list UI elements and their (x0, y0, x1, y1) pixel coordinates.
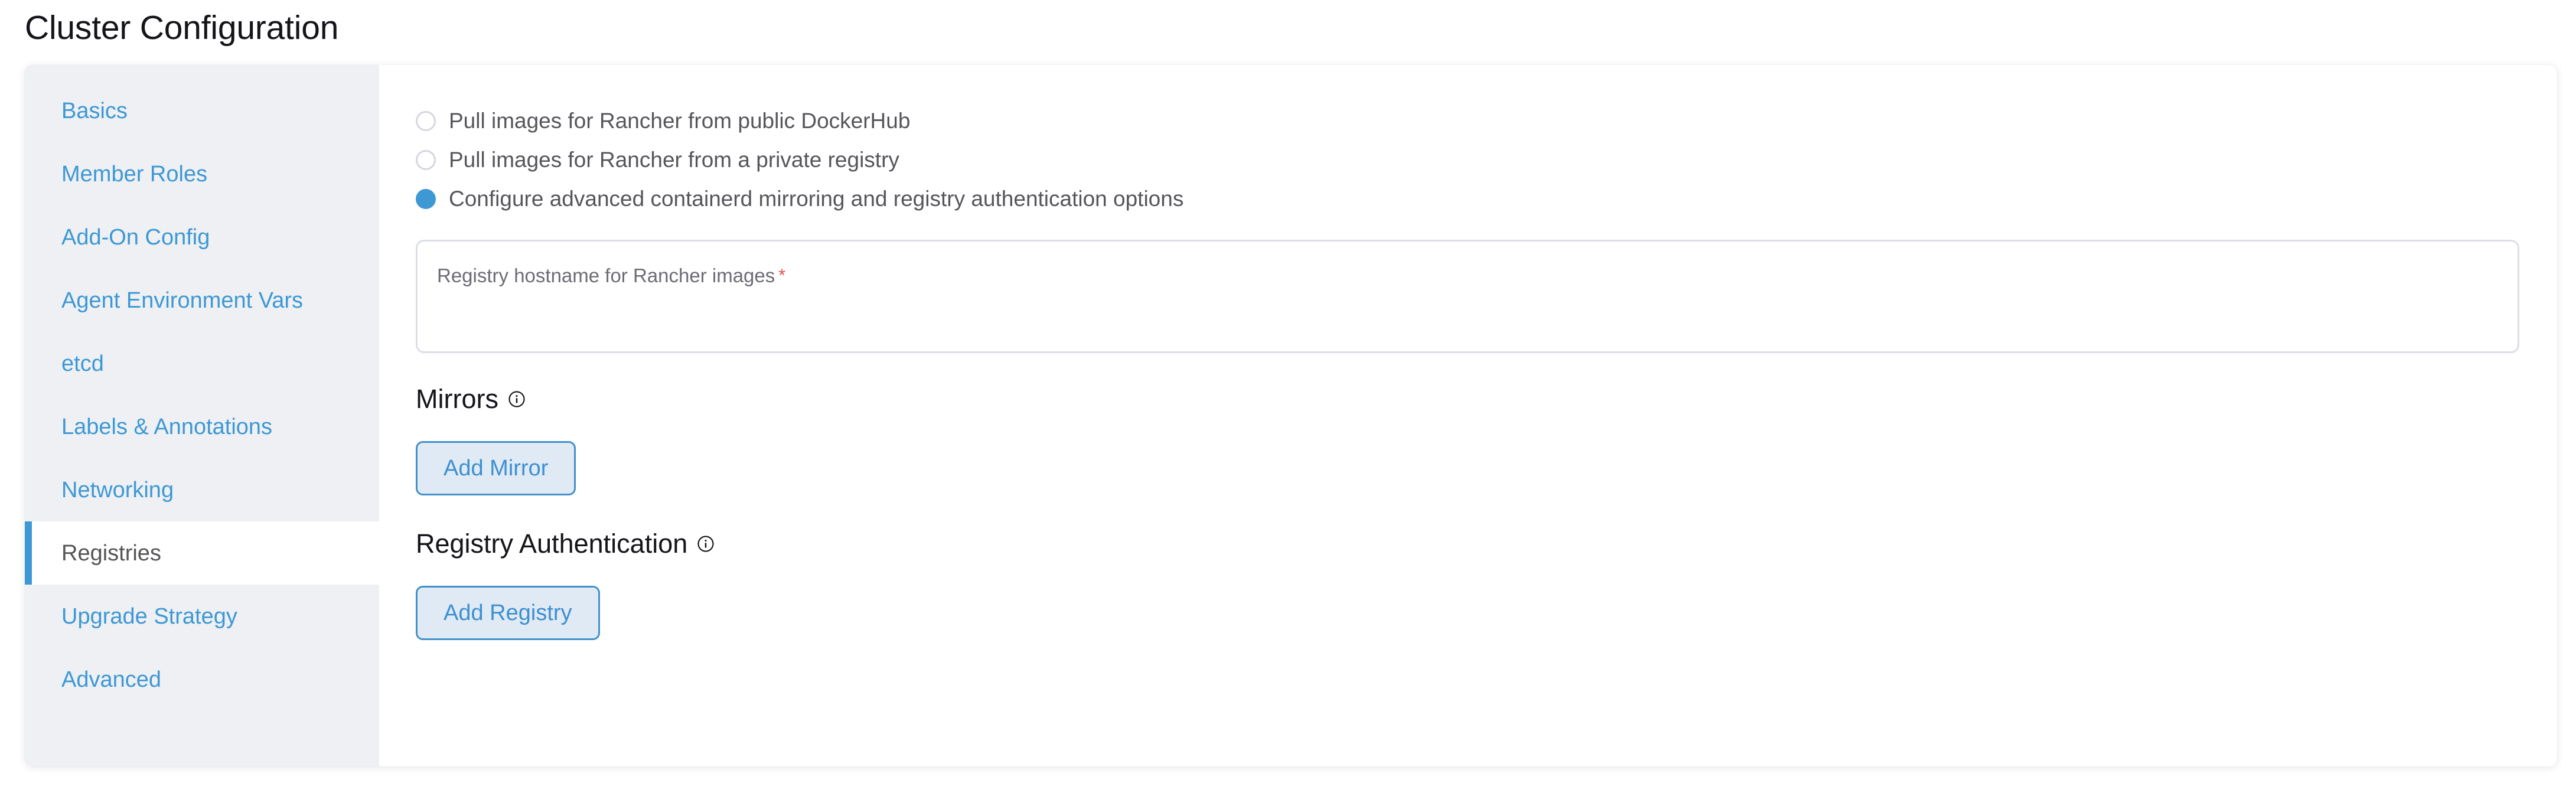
registries-panel: Pull images for Rancher from public Dock… (379, 65, 2557, 766)
cluster-configuration-page: Cluster Configuration Basics Member Role… (0, 0, 2576, 796)
radio-option-private-registry[interactable]: Pull images for Rancher from a private r… (416, 141, 2519, 180)
mirrors-heading-text: Mirrors (416, 384, 498, 414)
config-sidebar: Basics Member Roles Add-On Config Agent … (25, 65, 379, 766)
sidebar-item-networking[interactable]: Networking (25, 458, 379, 521)
radio-unselected-icon[interactable] (416, 150, 436, 170)
sidebar-item-label: Upgrade Strategy (61, 603, 237, 629)
sidebar-item-add-on-config[interactable]: Add-On Config (25, 205, 379, 269)
sidebar-item-member-roles[interactable]: Member Roles (25, 142, 379, 205)
registry-hostname-label: Registry hostname for Rancher images * (437, 264, 785, 288)
sidebar-item-etcd[interactable]: etcd (25, 332, 379, 395)
radio-option-label: Pull images for Rancher from a private r… (449, 148, 899, 172)
sidebar-item-upgrade-strategy[interactable]: Upgrade Strategy (25, 585, 379, 648)
sidebar-item-label: Member Roles (61, 161, 208, 187)
registry-authentication-heading: Registry Authentication (416, 529, 2519, 559)
sidebar-item-label: Basics (61, 98, 128, 123)
radio-option-advanced-containerd[interactable]: Configure advanced containerd mirroring … (416, 180, 2519, 218)
registry-hostname-label-text: Registry hostname for Rancher images (437, 265, 775, 286)
page-title: Cluster Configuration (25, 9, 339, 47)
add-mirror-button[interactable]: Add Mirror (416, 441, 576, 495)
sidebar-item-registries[interactable]: Registries (25, 521, 379, 585)
info-circle-icon[interactable] (697, 535, 715, 553)
mirrors-heading: Mirrors (416, 384, 2519, 415)
radio-selected-icon[interactable] (416, 189, 436, 209)
registry-hostname-input[interactable] (437, 295, 2498, 336)
radio-option-public-dockerhub[interactable]: Pull images for Rancher from public Dock… (416, 102, 2519, 141)
sidebar-item-label: Add-On Config (61, 224, 210, 250)
sidebar-item-label: Advanced (61, 667, 162, 692)
registry-authentication-heading-text: Registry Authentication (416, 529, 688, 559)
mirrors-actions: Add Mirror (416, 441, 2519, 495)
sidebar-item-advanced[interactable]: Advanced (25, 648, 379, 711)
sidebar-item-label: Networking (61, 477, 174, 503)
registry-hostname-field[interactable]: Registry hostname for Rancher images * (416, 240, 2519, 353)
sidebar-item-label: Registries (61, 540, 161, 566)
sidebar-item-label: etcd (61, 351, 104, 376)
info-circle-icon[interactable] (508, 390, 526, 408)
sidebar-item-label: Labels & Annotations (61, 414, 273, 439)
sidebar-item-agent-environment-vars[interactable]: Agent Environment Vars (25, 269, 379, 332)
add-registry-button[interactable]: Add Registry (416, 586, 600, 640)
radio-unselected-icon[interactable] (416, 111, 436, 131)
cluster-configuration-card: Basics Member Roles Add-On Config Agent … (25, 65, 2557, 766)
radio-option-label: Pull images for Rancher from public Dock… (449, 109, 911, 133)
sidebar-item-basics[interactable]: Basics (25, 79, 379, 142)
radio-option-label: Configure advanced containerd mirroring … (449, 187, 1184, 211)
required-asterisk: * (778, 266, 785, 285)
sidebar-item-labels-annotations[interactable]: Labels & Annotations (25, 395, 379, 458)
sidebar-item-label: Agent Environment Vars (61, 288, 304, 313)
registry-authentication-actions: Add Registry (416, 586, 2519, 640)
registry-source-radio-group: Pull images for Rancher from public Dock… (416, 102, 2519, 218)
